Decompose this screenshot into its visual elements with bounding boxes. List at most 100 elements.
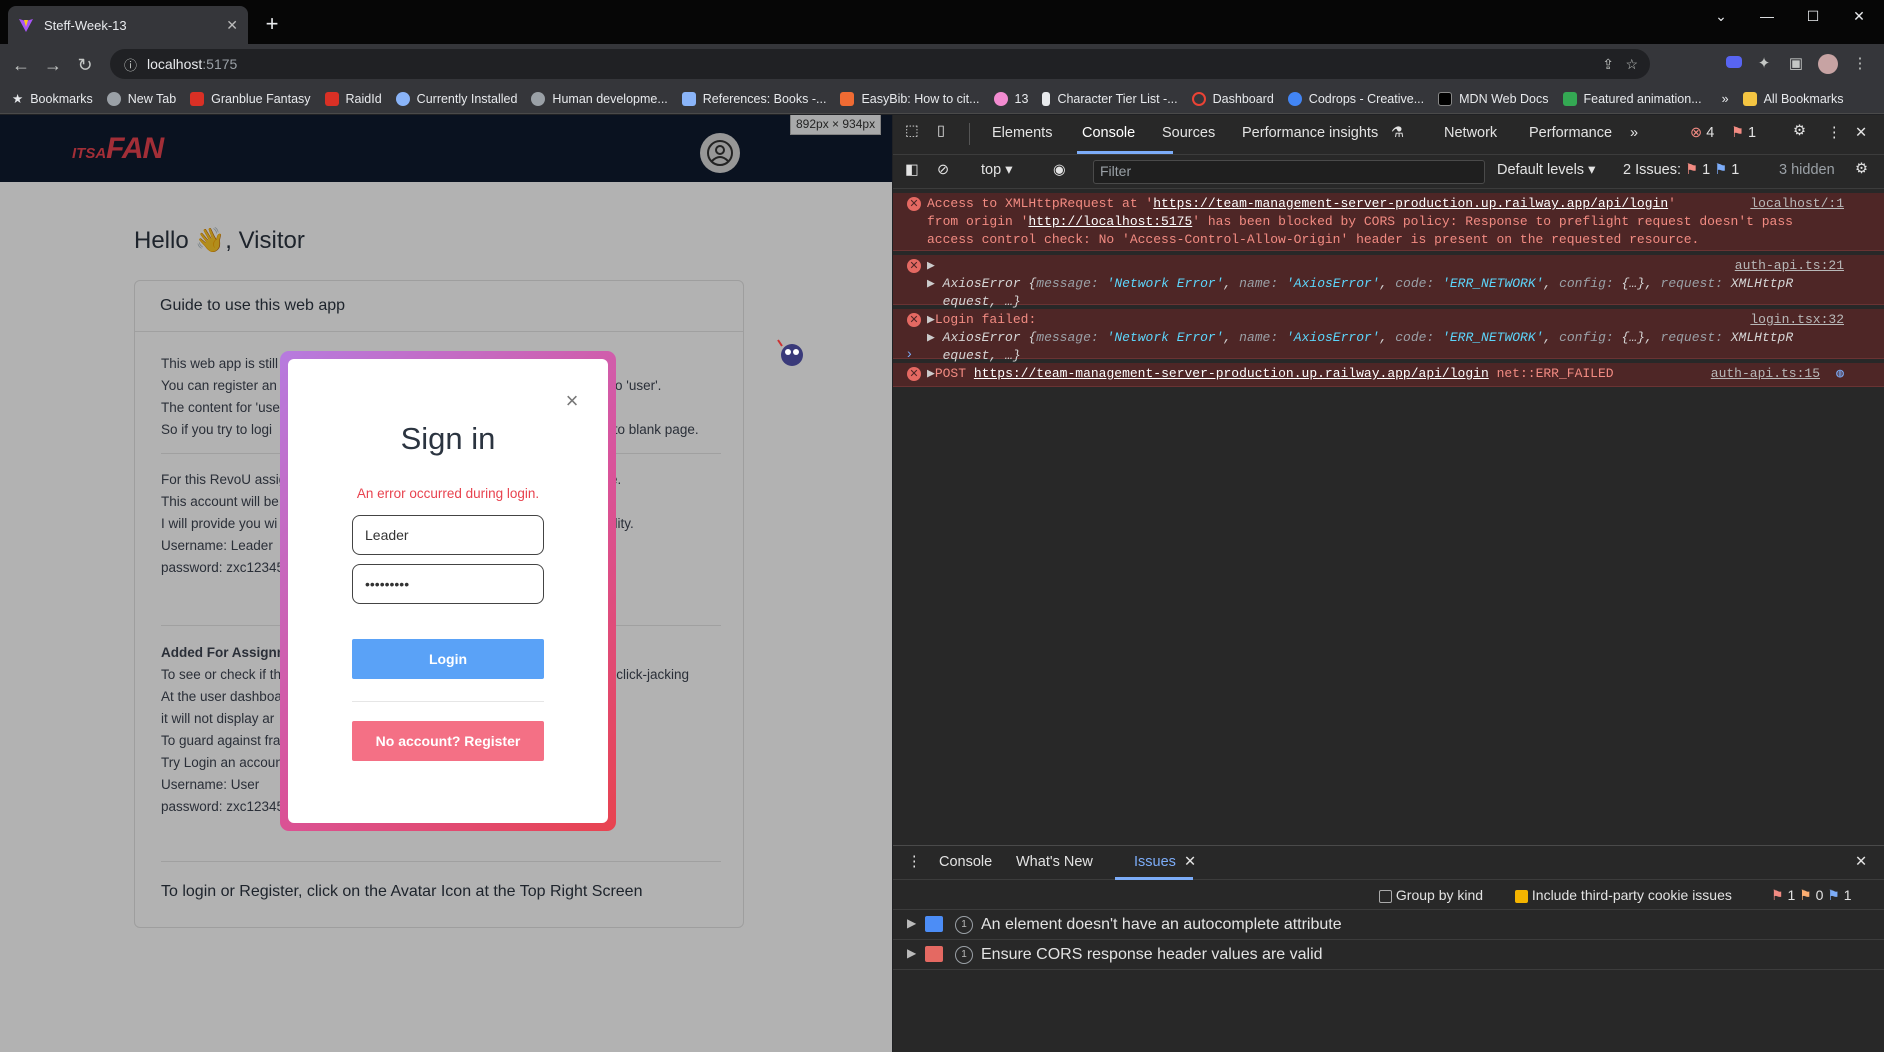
close-window-button[interactable]: ✕ <box>1836 4 1882 28</box>
third-party-cookie-checkbox[interactable]: Include third-party cookie issues <box>1515 887 1732 903</box>
bookmark-item[interactable]: Featured animation... <box>1562 91 1702 106</box>
tab-performance[interactable]: Performance <box>1529 125 1612 141</box>
bookmark-item[interactable]: Dashboard <box>1191 91 1274 106</box>
bookmark-item[interactable]: Human developme... <box>531 91 668 106</box>
maximize-button[interactable]: ☐ <box>1790 4 1836 28</box>
log-levels-select[interactable]: Default levels ▾ <box>1497 162 1595 178</box>
close-tab-icon[interactable]: ✕ <box>226 17 238 34</box>
console-prompt-icon[interactable]: › <box>907 345 912 361</box>
username-field[interactable] <box>352 515 544 555</box>
password-field[interactable] <box>352 564 544 604</box>
source-link[interactable]: login.tsx:32 <box>1750 311 1844 329</box>
inspect-element-icon[interactable]: ⬚ <box>905 123 919 139</box>
context-select[interactable]: top ▾ <box>981 162 1012 178</box>
extensions-puzzle-icon[interactable]: ✦ <box>1754 54 1774 74</box>
source-link[interactable]: localhost/:1 <box>1750 195 1844 213</box>
reload-button[interactable]: ↻ <box>72 52 98 78</box>
tab-search-icon[interactable]: ⌄ <box>1698 4 1744 28</box>
bookmark-item[interactable]: Granblue Fantasy <box>190 91 311 106</box>
expand-arrow-icon[interactable]: ▶ <box>907 946 916 960</box>
hidden-count: 3 hidden <box>1779 162 1835 178</box>
tab-sources[interactable]: Sources <box>1162 125 1215 141</box>
tab-elements[interactable]: Elements <box>992 125 1052 141</box>
expand-arrow-icon[interactable]: ▶ <box>927 312 935 327</box>
more-bookmarks-button[interactable]: » <box>1722 92 1729 106</box>
console-filter-input[interactable]: Filter <box>1093 160 1485 184</box>
drawer-menu-icon[interactable]: ⋮ <box>907 854 922 870</box>
register-button[interactable]: No account? Register <box>352 721 544 761</box>
clear-console-icon[interactable]: ⊘ <box>937 162 949 178</box>
error-counter[interactable]: ⊗ 4 <box>1690 125 1714 141</box>
side-panel-icon[interactable]: ▣ <box>1786 54 1806 74</box>
discord-extension-icon[interactable] <box>1724 54 1744 74</box>
console-error-login-failed[interactable]: ✕ ▶Login failed: ▶ AxiosError {message: … <box>893 309 1884 363</box>
network-request-icon[interactable]: ◍ <box>1836 365 1844 383</box>
expand-arrow-icon[interactable]: ▶ <box>907 916 916 930</box>
close-issues-tab-icon[interactable]: ✕ <box>1184 854 1196 870</box>
bookmark-item[interactable]: Codrops - Creative... <box>1287 91 1424 106</box>
bookmark-star-icon[interactable]: ☆ <box>1625 56 1638 73</box>
bookmark-item[interactable]: References: Books -... <box>681 91 826 106</box>
post-request-line: ▶POST https://team-management-server-pro… <box>927 366 1614 381</box>
bookmark-item[interactable]: Currently Installed <box>395 91 517 106</box>
chrome-menu-icon[interactable]: ⋮ <box>1850 54 1870 74</box>
post-url-link[interactable]: https://team-management-server-productio… <box>974 366 1489 381</box>
checkbox-unchecked-icon <box>1379 889 1392 903</box>
bookmark-item[interactable]: New Tab <box>106 91 176 106</box>
issue-count-badge: 1 <box>955 946 973 964</box>
device-toolbar-icon[interactable]: ▯ <box>937 123 945 139</box>
warning-flag-icon: ⚑ <box>1799 887 1812 903</box>
profile-avatar-icon[interactable] <box>1818 54 1838 74</box>
pink-circle-icon <box>993 91 1008 106</box>
close-drawer-icon[interactable]: ✕ <box>1855 854 1867 870</box>
close-devtools-icon[interactable]: ✕ <box>1855 125 1867 141</box>
source-link[interactable]: auth-api.ts:21 <box>1735 257 1844 275</box>
console-error-axios[interactable]: ✕ ▶ ▶ AxiosError {message: 'Network Erro… <box>893 255 1884 309</box>
bookmark-item[interactable]: RaidId <box>324 91 382 106</box>
origin-link[interactable]: http://localhost:5175 <box>1028 214 1192 229</box>
live-expression-eye-icon[interactable]: ◉ <box>1053 162 1066 178</box>
bookmark-item[interactable]: Character Tier List -... <box>1042 91 1178 106</box>
console-error-post[interactable]: ✕ ▶POST https://team-management-server-p… <box>893 363 1884 387</box>
bookmark-item[interactable]: 13 <box>993 91 1028 106</box>
all-bookmarks-folder[interactable]: All Bookmarks <box>1742 91 1843 106</box>
sidebar-toggle-icon[interactable]: ◧ <box>905 162 919 178</box>
login-button[interactable]: Login <box>352 639 544 679</box>
issues-summary[interactable]: 2 Issues: ⚑ 1 ⚑ 1 <box>1623 162 1739 178</box>
bookmark-item[interactable]: ★ Bookmarks <box>12 91 93 107</box>
minimize-button[interactable]: — <box>1744 4 1790 28</box>
forward-button[interactable]: → <box>40 52 66 78</box>
share-icon[interactable]: ⇪ <box>1602 56 1614 73</box>
tab-network[interactable]: Network <box>1444 125 1497 141</box>
back-button[interactable]: ← <box>8 52 34 78</box>
browser-tab[interactable]: Steff-Week-13 ✕ <box>8 6 248 44</box>
drawer-tab-issues[interactable]: Issues <box>1134 854 1176 870</box>
new-tab-button[interactable]: + <box>258 10 286 38</box>
info-flag-icon: ⚑ <box>1827 887 1840 903</box>
drawer-tabbar: ⋮ Console What's New Issues ✕ ✕ <box>893 846 1884 880</box>
console-settings-icon[interactable]: ⚙ <box>1855 161 1868 177</box>
drawer-tab-console[interactable]: Console <box>939 854 992 870</box>
issue-row-cors[interactable]: ▶ 1 Ensure CORS response header values a… <box>893 940 1884 970</box>
address-bar[interactable]: ⓘ localhost:5175 ⇪ ☆ <box>110 49 1650 79</box>
issue-row-autocomplete[interactable]: ▶ 1 An element doesn't have an autocompl… <box>893 910 1884 940</box>
console-toolbar: ◧ ⊘ top ▾ ◉ Filter Default levels ▾ 2 Is… <box>893 155 1884 189</box>
group-by-kind-checkbox[interactable]: Group by kind <box>1379 887 1483 903</box>
devtools-menu-icon[interactable]: ⋮ <box>1827 125 1842 141</box>
settings-gear-icon[interactable]: ⚙ <box>1793 123 1806 139</box>
bookmark-item[interactable]: EasyBib: How to cit... <box>840 91 980 106</box>
animation-icon <box>1562 91 1577 106</box>
issue-counter[interactable]: ⚑ 1 <box>1731 125 1756 141</box>
source-link[interactable]: auth-api.ts:15 <box>1711 365 1820 383</box>
bookmark-item[interactable]: MDN Web Docs <box>1438 91 1549 106</box>
tab-console[interactable]: Console <box>1082 125 1135 141</box>
issue-text: Ensure CORS response header values are v… <box>981 946 1323 963</box>
drawer-tab-whats-new[interactable]: What's New <box>1016 854 1093 870</box>
site-info-icon[interactable]: ⓘ <box>124 55 137 74</box>
expand-arrow-icon[interactable]: ▶ <box>927 258 935 273</box>
tab-performance-insights[interactable]: Performance insights <box>1242 125 1378 141</box>
more-tabs-icon[interactable]: » <box>1630 125 1638 141</box>
expand-arrow-icon[interactable]: ▶ <box>927 366 935 381</box>
close-icon[interactable]: × <box>560 389 584 413</box>
request-link[interactable]: https://team-management-server-productio… <box>1153 196 1668 211</box>
